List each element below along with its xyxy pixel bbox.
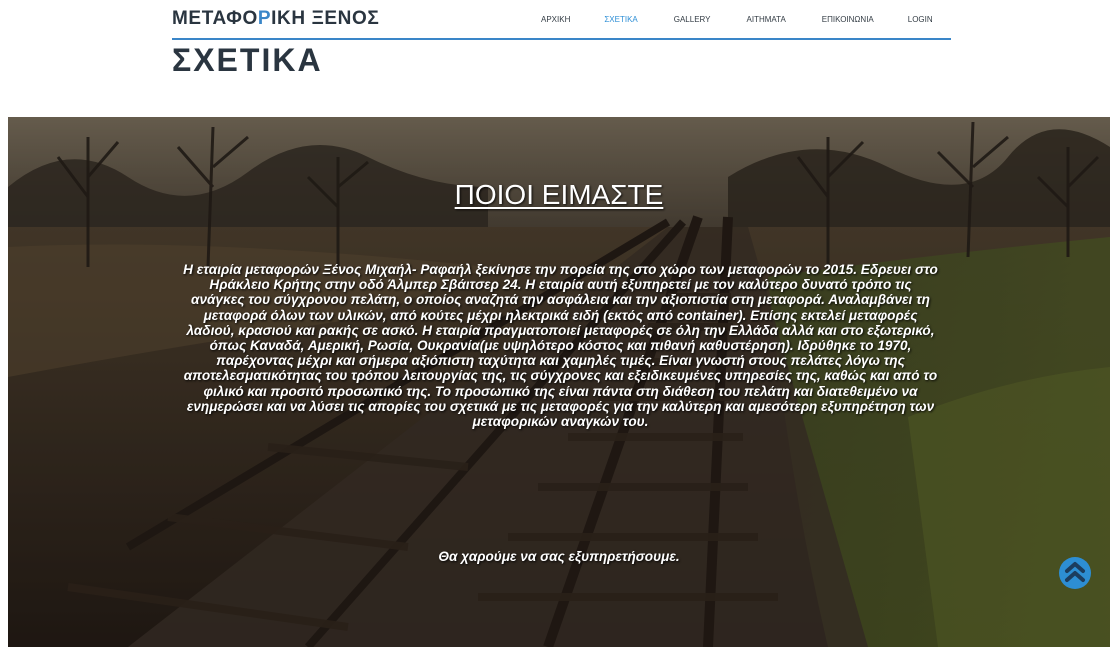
nav-item-login[interactable]: LOGIN [908,15,933,24]
nav-item-about[interactable]: ΣΧΕΤΙΚΑ [604,15,637,24]
nav-item-contact[interactable]: ΕΠΙΚΟΙΝΩΝΙΑ [822,15,874,24]
nav-item-home[interactable]: ΑΡΧΙΚΗ [541,15,570,24]
nav-item-requests[interactable]: ΑΙΤΗΜΑΤΑ [747,15,786,24]
header-divider [172,38,951,40]
logo-text-end: ΙΚΗ ΞΕΝΟΣ [271,8,380,29]
logo-text-accent: Ρ [257,8,272,29]
main-nav: ΑΡΧΙΚΗ ΣΧΕΤΙΚΑ GALLERY ΑΙΤΗΜΑΤΑ ΕΠΙΚΟΙΝΩ… [535,12,933,26]
about-paragraph: Η εταιρία μεταφορών Ξένος Μιχαήλ- Ραφαήλ… [183,262,938,430]
page-title: ΣΧΕΤΙΚΑ [172,42,323,78]
scroll-to-top-button[interactable] [1059,557,1091,589]
who-we-are-heading: ΠΟΙΟΙ ΕΙΜΑΣΤΕ [454,179,664,210]
logo-text-start: ΜΕΤΑΦΟ [172,8,258,29]
closing-message: Θα χαρούμε να σας εξυπηρετήσουμε. [438,549,680,564]
site-logo[interactable]: ΜΕΤΑΦΟΡΙΚΗ ΞΕΝΟΣ [172,8,379,30]
about-hero: ΠΟΙΟΙ ΕΙΜΑΣΤΕ Η εταιρία μεταφορών Ξένος … [8,117,1110,647]
site-header: ΜΕΤΑΦΟΡΙΚΗ ΞΕΝΟΣ ΑΡΧΙΚΗ ΣΧΕΤΙΚΑ GALLERY … [172,0,952,110]
chevron-up-icon [1065,562,1085,582]
nav-item-gallery[interactable]: GALLERY [674,15,711,24]
page: ΜΕΤΑΦΟΡΙΚΗ ΞΕΝΟΣ ΑΡΧΙΚΗ ΣΧΕΤΙΚΑ GALLERY … [0,0,1110,647]
